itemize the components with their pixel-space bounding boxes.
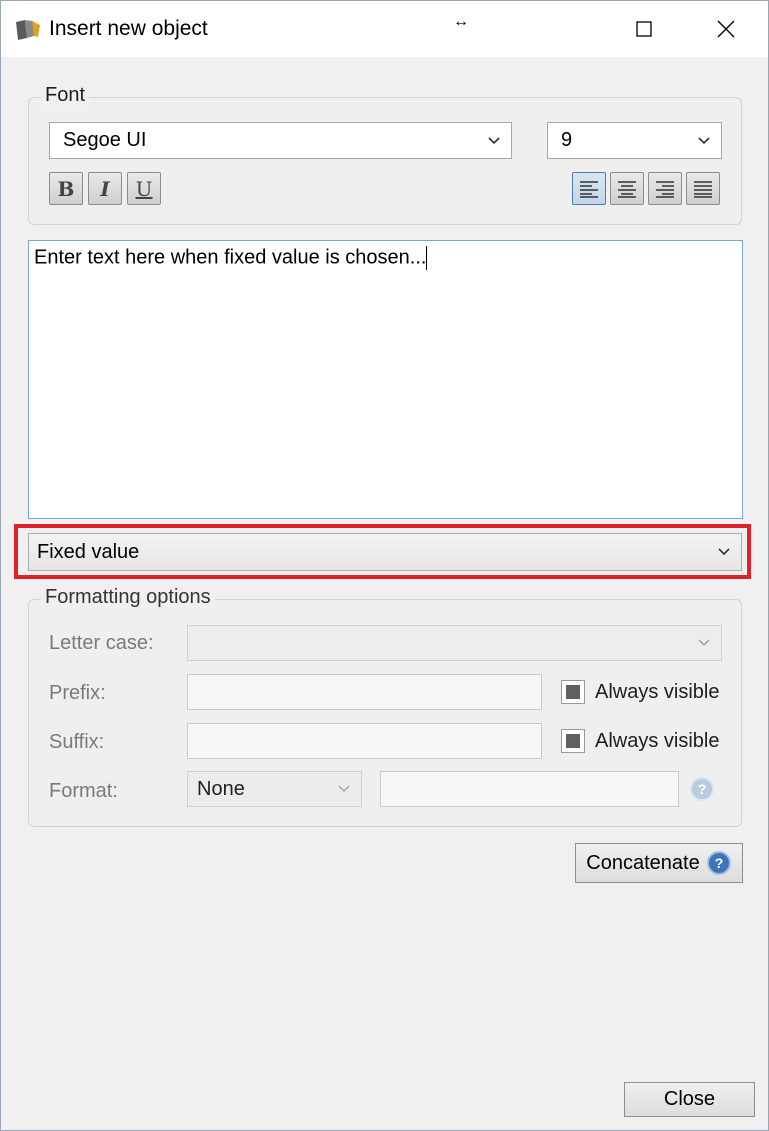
format-label: Format: xyxy=(49,780,118,802)
suffix-always-visible-checkbox[interactable] xyxy=(561,729,585,753)
italic-button[interactable]: I xyxy=(88,172,122,205)
dialog-window: Insert new object ↔ Font Segoe UI 9 B I … xyxy=(0,0,769,1131)
font-size-value: 9 xyxy=(561,129,573,151)
close-window-button[interactable] xyxy=(685,1,767,57)
svg-text:?: ? xyxy=(698,781,707,797)
format-string-input[interactable] xyxy=(380,771,679,807)
underline-glyph: U xyxy=(135,176,153,201)
align-justify-button[interactable] xyxy=(686,172,720,205)
chevron-down-icon xyxy=(698,639,710,647)
prefix-always-visible-checkbox[interactable] xyxy=(561,680,585,704)
prefix-label: Prefix: xyxy=(49,682,106,704)
font-family-value: Segoe UI xyxy=(63,129,147,151)
resize-cursor-icon: ↔ xyxy=(453,13,469,30)
close-button-label: Close xyxy=(663,1088,716,1110)
chevron-down-icon xyxy=(488,136,500,144)
concatenate-label: Concatenate xyxy=(586,851,700,874)
align-right-button[interactable] xyxy=(648,172,682,205)
text-caret xyxy=(426,246,428,270)
font-group-legend: Font xyxy=(41,84,90,107)
prefix-always-visible-label: Always visible xyxy=(595,681,720,703)
close-icon xyxy=(717,20,735,38)
chevron-down-icon xyxy=(698,136,710,144)
italic-glyph: I xyxy=(100,176,110,201)
letter-case-label: Letter case: xyxy=(49,632,154,654)
align-left-icon xyxy=(580,180,598,198)
font-size-select[interactable]: 9 xyxy=(547,122,722,159)
chevron-down-icon xyxy=(338,785,350,793)
concatenate-button[interactable]: Concatenate ? xyxy=(575,843,743,883)
fixed-value-text-area[interactable]: Enter text here when fixed value is chos… xyxy=(28,240,743,519)
align-justify-icon xyxy=(694,180,712,198)
checkbox-fill xyxy=(566,685,580,699)
prefix-input[interactable] xyxy=(187,674,542,710)
bold-glyph: B xyxy=(57,176,75,201)
format-select[interactable]: None xyxy=(187,771,362,807)
svg-text:?: ? xyxy=(714,855,723,871)
suffix-always-visible-label: Always visible xyxy=(595,730,720,752)
suffix-label: Suffix: xyxy=(49,731,105,753)
formatting-options-legend: Formatting options xyxy=(41,586,215,609)
checkbox-fill xyxy=(566,734,580,748)
help-icon: ? xyxy=(706,851,731,875)
app-logo-icon xyxy=(16,20,40,40)
window-title: Insert new object xyxy=(49,17,208,40)
formatting-options-group: Formatting options Letter case: Prefix: … xyxy=(28,586,742,827)
align-left-button[interactable] xyxy=(572,172,606,205)
align-right-icon xyxy=(656,180,674,198)
maximize-icon xyxy=(636,21,652,37)
title-bar[interactable]: Insert new object ↔ xyxy=(1,1,768,57)
font-family-select[interactable]: Segoe UI xyxy=(49,122,512,159)
font-group: Font Segoe UI 9 B I U xyxy=(28,84,742,225)
align-center-button[interactable] xyxy=(610,172,644,205)
suffix-input[interactable] xyxy=(187,723,542,759)
close-button[interactable]: Close xyxy=(624,1082,755,1117)
format-value: None xyxy=(197,777,245,800)
align-center-icon xyxy=(618,180,636,198)
text-area-value: Enter text here when fixed value is chos… xyxy=(34,246,427,269)
highlight-box xyxy=(14,524,751,579)
underline-button[interactable]: U xyxy=(127,172,161,205)
maximize-button[interactable] xyxy=(603,1,685,57)
letter-case-select[interactable] xyxy=(187,625,722,661)
bold-button[interactable]: B xyxy=(49,172,83,205)
help-icon[interactable]: ? xyxy=(689,776,715,802)
